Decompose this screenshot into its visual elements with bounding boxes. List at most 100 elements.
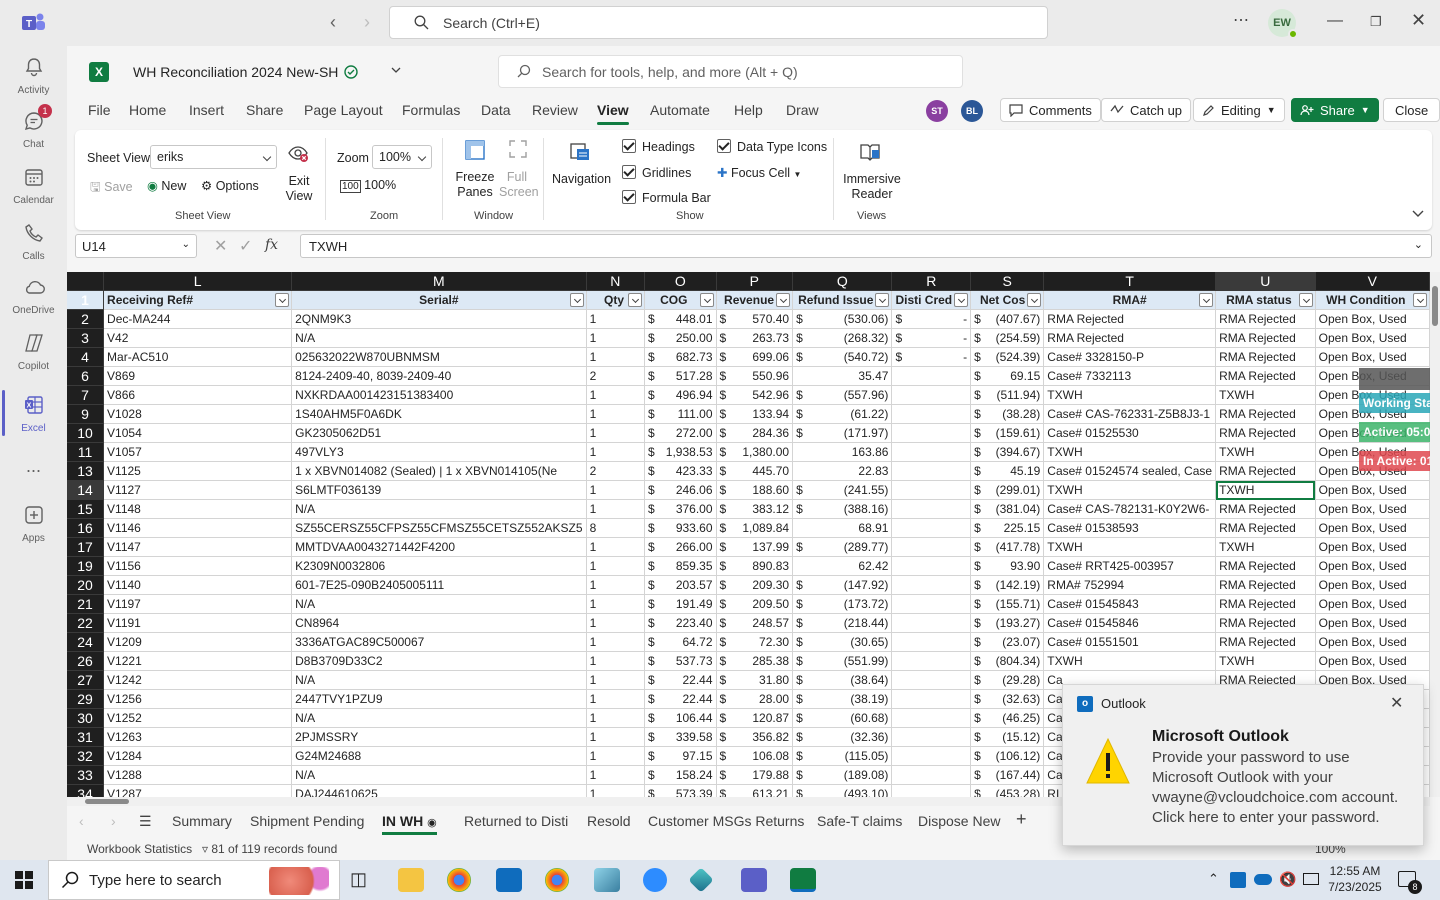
currency-cell[interactable]: $ (453.28) <box>970 784 1045 797</box>
cell[interactable]: V1146 <box>103 518 293 538</box>
currency-cell[interactable]: $179.88 <box>716 765 794 785</box>
currency-cell[interactable]: $133.94 <box>716 404 794 424</box>
currency-cell[interactable]: $537.73 <box>644 651 717 671</box>
header-cell[interactable]: Disti Cred <box>891 290 972 310</box>
restore-icon[interactable]: ❐ <box>1370 14 1382 30</box>
currency-cell[interactable]: $ (147.92) <box>792 575 893 595</box>
cell[interactable]: N/A <box>291 670 587 690</box>
cell[interactable]: 1 <box>586 347 646 367</box>
taskbar-clock[interactable]: 12:55 AM 7/23/2025 <box>1325 863 1385 895</box>
currency-cell[interactable]: $ (32.63) <box>970 689 1045 709</box>
close-notification-icon[interactable]: ✕ <box>1390 693 1403 713</box>
currency-cell[interactable] <box>891 670 972 690</box>
cell[interactable]: RMA Rejected <box>1215 518 1316 538</box>
cell[interactable]: RMA Rejected <box>1215 575 1316 595</box>
currency-cell[interactable]: $ (241.55) <box>792 480 893 500</box>
currency-cell[interactable]: $188.60 <box>716 480 794 500</box>
row-header[interactable]: 17 <box>67 537 105 557</box>
new-view-button[interactable]: ◉ New <box>147 178 186 193</box>
currency-cell[interactable] <box>891 556 972 576</box>
currency-cell[interactable]: $97.15 <box>644 746 717 766</box>
network-icon[interactable] <box>1303 873 1319 885</box>
currency-cell[interactable]: $ (218.44) <box>792 613 893 633</box>
cell[interactable]: V1147 <box>103 537 293 557</box>
currency-cell[interactable]: $613.21 <box>716 784 794 797</box>
cell[interactable]: RMA Rejected <box>1215 594 1316 614</box>
currency-cell[interactable] <box>891 651 972 671</box>
cell[interactable]: 1 <box>586 594 646 614</box>
row-header[interactable]: 33 <box>67 765 105 785</box>
comments-button[interactable]: Comments <box>1000 98 1101 122</box>
rail-calls[interactable]: Calls <box>0 222 67 262</box>
currency-cell[interactable]: $ (38.28) <box>970 404 1045 424</box>
close-button[interactable]: Close <box>1383 98 1440 122</box>
cell[interactable]: CN8964 <box>291 613 587 633</box>
cell[interactable]: 1 <box>586 727 646 747</box>
vertical-scrollbar[interactable] <box>1430 272 1440 797</box>
currency-cell[interactable]: $28.00 <box>716 689 794 709</box>
currency-cell[interactable]: $ (540.72) <box>792 347 893 367</box>
currency-cell[interactable]: $209.30 <box>716 575 794 595</box>
header-cell[interactable]: COG <box>644 290 717 310</box>
rail-onedrive[interactable]: OneDrive <box>0 276 67 316</box>
header-cell[interactable]: Refund Issue <box>792 290 893 310</box>
cell[interactable]: RMA Rejected <box>1215 461 1316 481</box>
tab-formulas[interactable]: Formulas <box>402 102 460 118</box>
row-header[interactable]: 34 <box>67 784 105 797</box>
currency-cell[interactable] <box>891 632 972 652</box>
cell[interactable]: 2 <box>586 366 646 386</box>
rail-calendar[interactable]: Calendar <box>0 166 67 206</box>
currency-cell[interactable]: $ (388.16) <box>792 499 893 519</box>
tab-insert[interactable]: Insert <box>189 102 224 118</box>
currency-cell[interactable]: $ (171.97) <box>792 423 893 443</box>
column-header[interactable]: L <box>103 272 293 291</box>
currency-cell[interactable]: $ - <box>891 347 972 367</box>
cell[interactable]: 1 <box>586 328 646 348</box>
cell[interactable]: 1 <box>586 670 646 690</box>
currency-cell[interactable]: $933.60 <box>644 518 717 538</box>
cell[interactable]: 1 <box>586 404 646 424</box>
outlook-notification[interactable]: o Outlook ✕ Microsoft Outlook Provide yo… <box>1062 684 1424 846</box>
currency-cell[interactable] <box>891 461 972 481</box>
cell[interactable]: V866 <box>103 385 293 405</box>
cell[interactable]: NXKRDAA001423151383400 <box>291 385 587 405</box>
cell[interactable]: G24M24688 <box>291 746 587 766</box>
cell[interactable]: V1197 <box>103 594 293 614</box>
cell[interactable]: V1156 <box>103 556 293 576</box>
cell[interactable]: V1140 <box>103 575 293 595</box>
back-arrow-icon[interactable]: ‹ <box>330 12 336 33</box>
currency-cell[interactable]: $ (299.01) <box>970 480 1045 500</box>
collaborator-avatar-st[interactable]: ST <box>926 100 948 122</box>
currency-cell[interactable]: $158.24 <box>644 765 717 785</box>
currency-cell[interactable]: $542.96 <box>716 385 794 405</box>
row-header[interactable]: 7 <box>67 385 105 405</box>
app-icon[interactable] <box>594 868 620 892</box>
cell[interactable]: N/A <box>291 328 587 348</box>
cell[interactable]: TXWH <box>1215 537 1316 557</box>
currency-cell[interactable] <box>891 518 972 538</box>
currency-cell[interactable] <box>891 537 972 557</box>
workbook-statistics-button[interactable]: Workbook Statistics <box>87 842 192 856</box>
cell[interactable]: 1 <box>586 689 646 709</box>
teams-search-input[interactable]: Search (Ctrl+E) <box>389 6 1048 39</box>
currency-cell[interactable]: $ - <box>891 309 972 329</box>
cell[interactable]: Open Box, Used <box>1315 537 1430 557</box>
currency-cell[interactable]: $ (530.06) <box>792 309 893 329</box>
cell[interactable]: 3336ATGAC89C500067 <box>291 632 587 652</box>
taskbar-search-box[interactable]: Type here to search <box>48 860 340 900</box>
row-header[interactable]: 11 <box>67 442 105 462</box>
formula-bar-checkbox[interactable]: Formula Bar <box>622 190 711 205</box>
currency-cell[interactable]: $64.72 <box>644 632 717 652</box>
cell[interactable]: TXWH <box>1043 480 1217 500</box>
currency-cell[interactable]: $570.40 <box>716 309 794 329</box>
currency-cell[interactable]: $517.28 <box>644 366 717 386</box>
tab-draw[interactable]: Draw <box>786 102 819 118</box>
currency-cell[interactable]: $376.00 <box>644 499 717 519</box>
cancel-edit-icon[interactable]: ✕ <box>214 236 227 256</box>
cell[interactable]: V1263 <box>103 727 293 747</box>
currency-cell[interactable]: $22.44 <box>644 670 717 690</box>
row-header[interactable]: 27 <box>67 670 105 690</box>
cell[interactable]: Case# 01525530 <box>1043 423 1217 443</box>
currency-cell[interactable]: 35.47 <box>792 366 893 386</box>
currency-cell[interactable] <box>891 499 972 519</box>
